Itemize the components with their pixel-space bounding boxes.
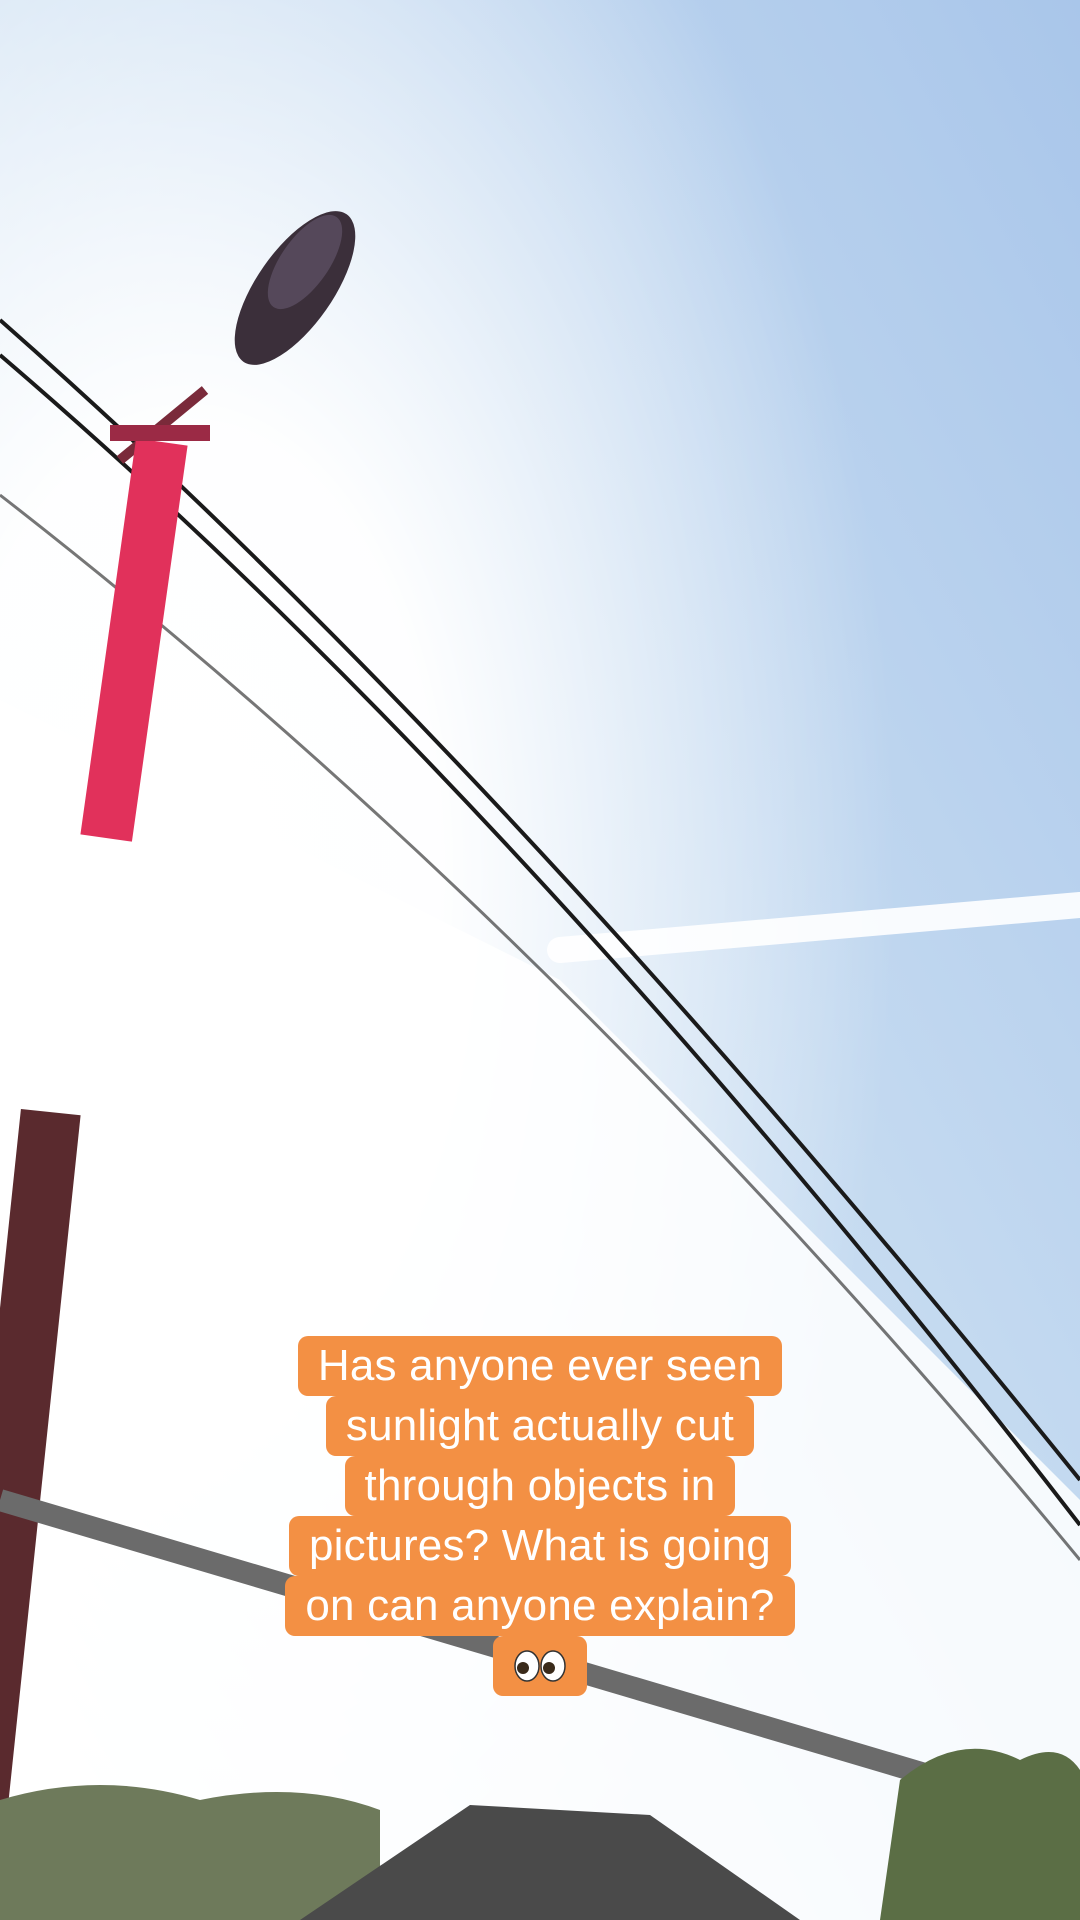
caption: Has anyone ever seen sunlight actually c… bbox=[240, 1336, 840, 1696]
caption-line-4: pictures? What is going bbox=[289, 1516, 791, 1576]
eyes-icon bbox=[514, 1650, 566, 1682]
caption-line-1: Has anyone ever seen bbox=[297, 1336, 783, 1396]
trees bbox=[0, 1785, 380, 1920]
eyes-emoji-icon bbox=[493, 1636, 587, 1696]
caption-line-2: sunlight actually cut bbox=[325, 1396, 755, 1456]
video-frame[interactable]: Has anyone ever seen sunlight actually c… bbox=[0, 0, 1080, 1920]
caption-line-3: through objects in bbox=[344, 1456, 736, 1516]
caption-line-5: on can anyone explain? bbox=[285, 1576, 795, 1636]
